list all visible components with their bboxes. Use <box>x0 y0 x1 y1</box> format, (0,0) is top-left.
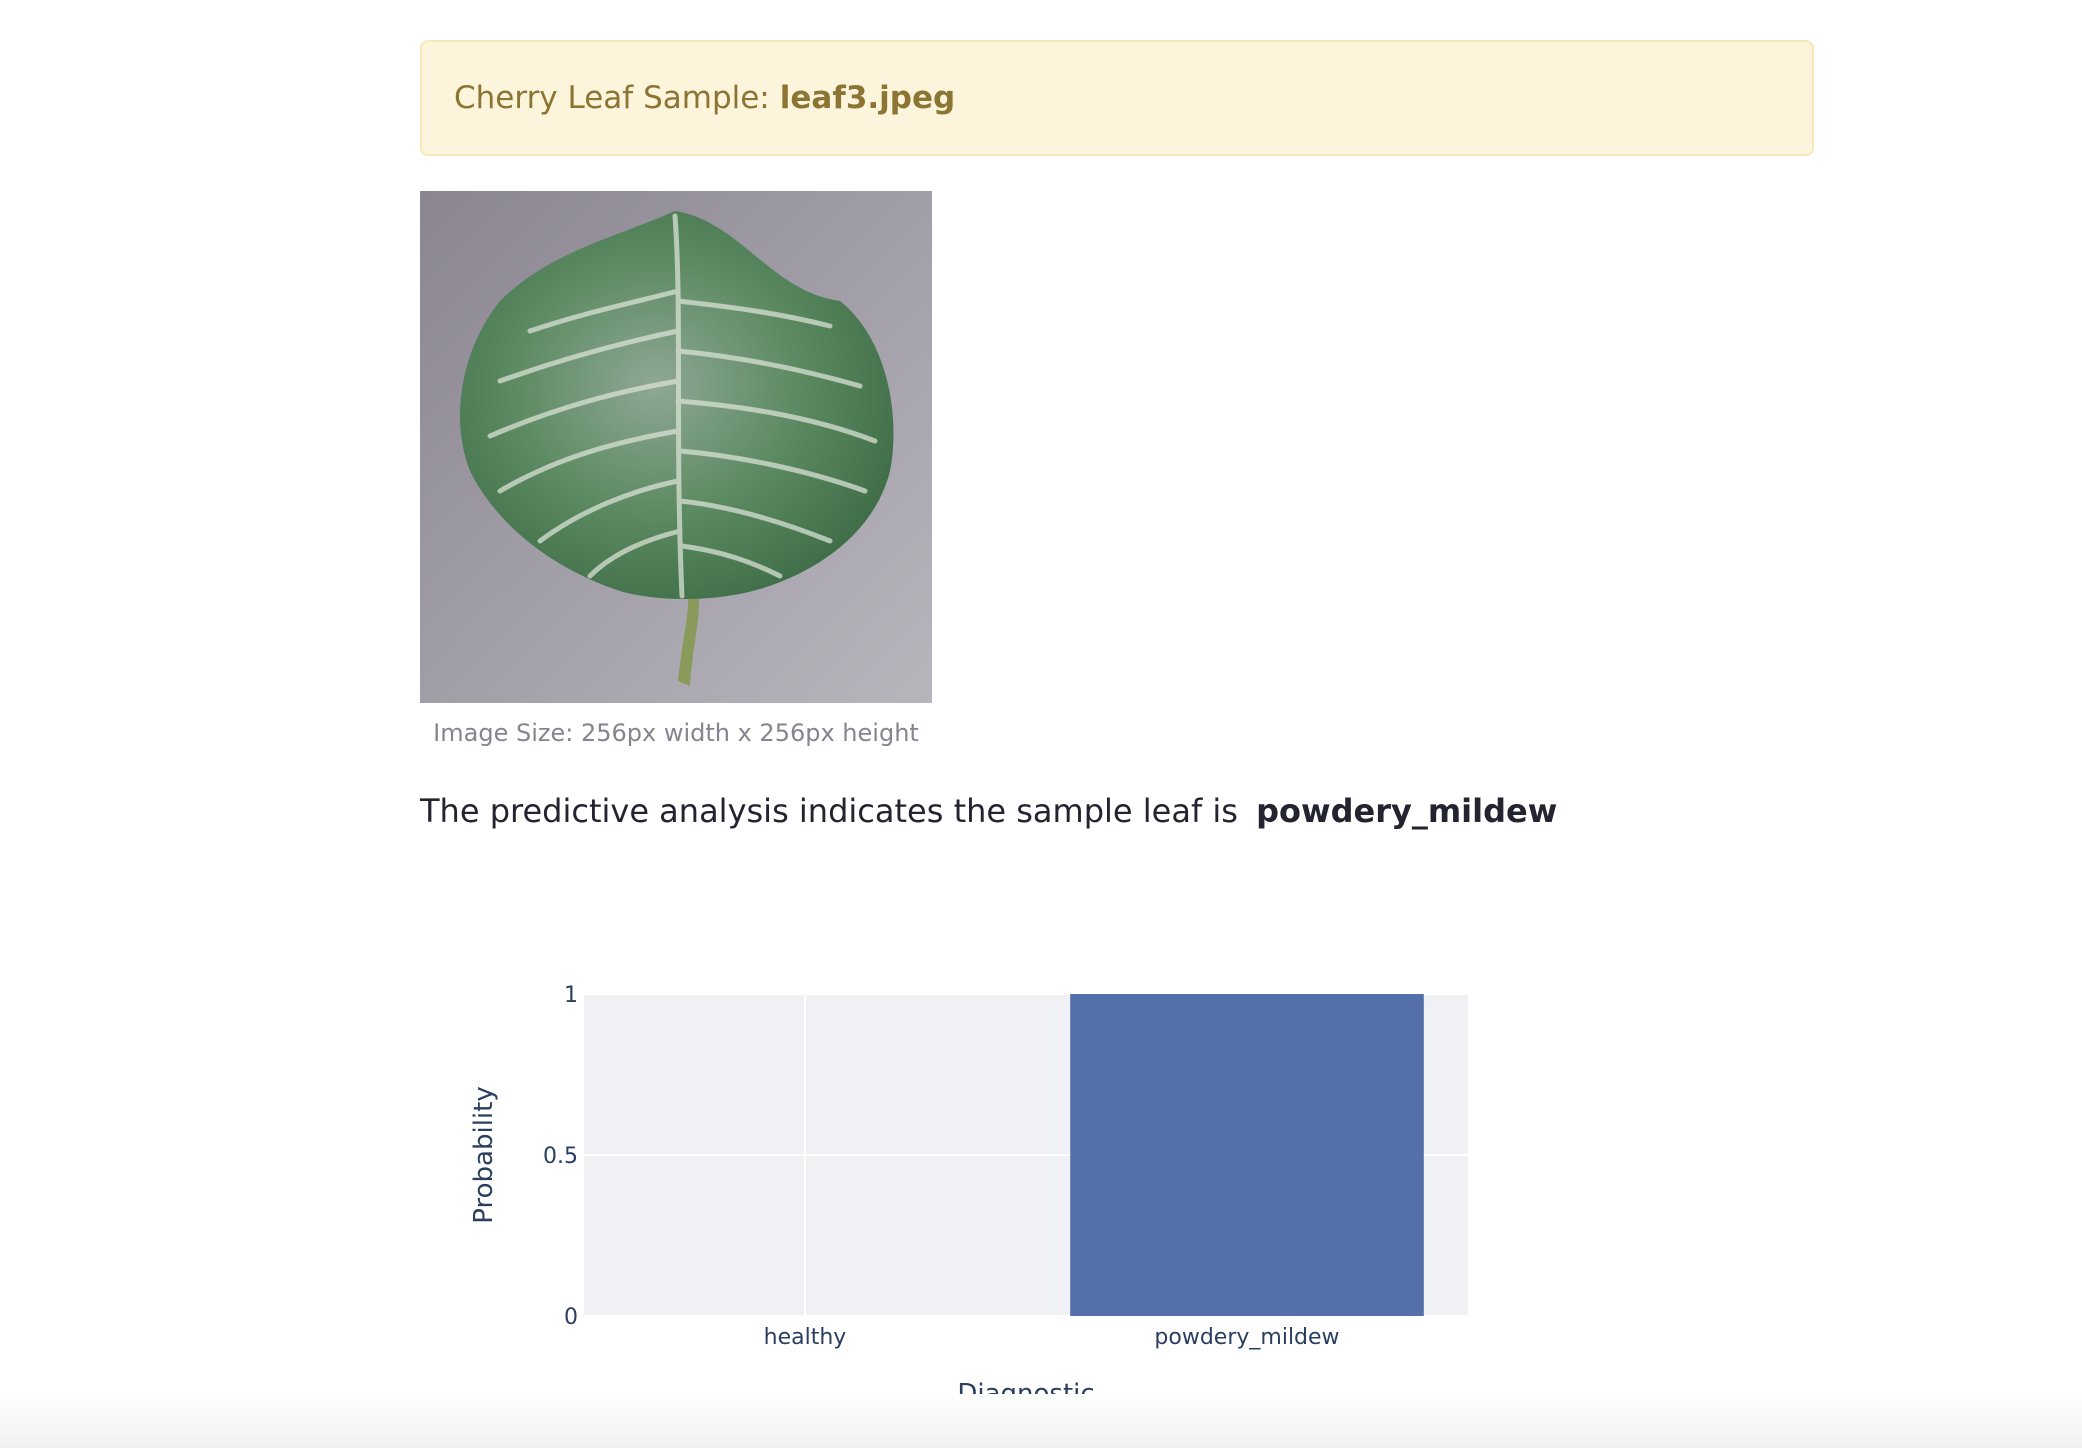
probability-chart: 00.51healthypowdery_mildewDiagnosticProb… <box>440 960 1540 1420</box>
image-caption: Image Size: 256px width x 256px height <box>433 719 919 747</box>
probability-bar-chart: 00.51healthypowdery_mildewDiagnosticProb… <box>469 983 1468 1409</box>
prediction-statement: The predictive analysis indicates the sa… <box>420 792 1557 830</box>
y-tick-label: 0.5 <box>543 1144 578 1169</box>
bottom-edge <box>0 1394 2082 1448</box>
bar-powdery_mildew <box>1070 994 1424 1316</box>
x-tick-label: healthy <box>764 1325 847 1350</box>
leaf-image <box>420 191 932 703</box>
prediction-sentence: The predictive analysis indicates the sa… <box>420 792 1238 830</box>
prediction-label: powdery_mildew <box>1256 792 1558 830</box>
y-axis-title: Probability <box>469 1086 499 1223</box>
leaf-figure: Image Size: 256px width x 256px height <box>420 191 932 747</box>
banner-filename: leaf3.jpeg <box>779 80 956 116</box>
x-tick-label: powdery_mildew <box>1154 1325 1339 1350</box>
banner-prefix: Cherry Leaf Sample: <box>454 80 770 116</box>
y-tick-label: 1 <box>564 983 578 1008</box>
sample-banner: Cherry Leaf Sample: leaf3.jpeg <box>420 40 1814 156</box>
page: Cherry Leaf Sample: leaf3.jpeg Image Siz… <box>0 0 2082 1448</box>
y-tick-label: 0 <box>564 1305 578 1330</box>
